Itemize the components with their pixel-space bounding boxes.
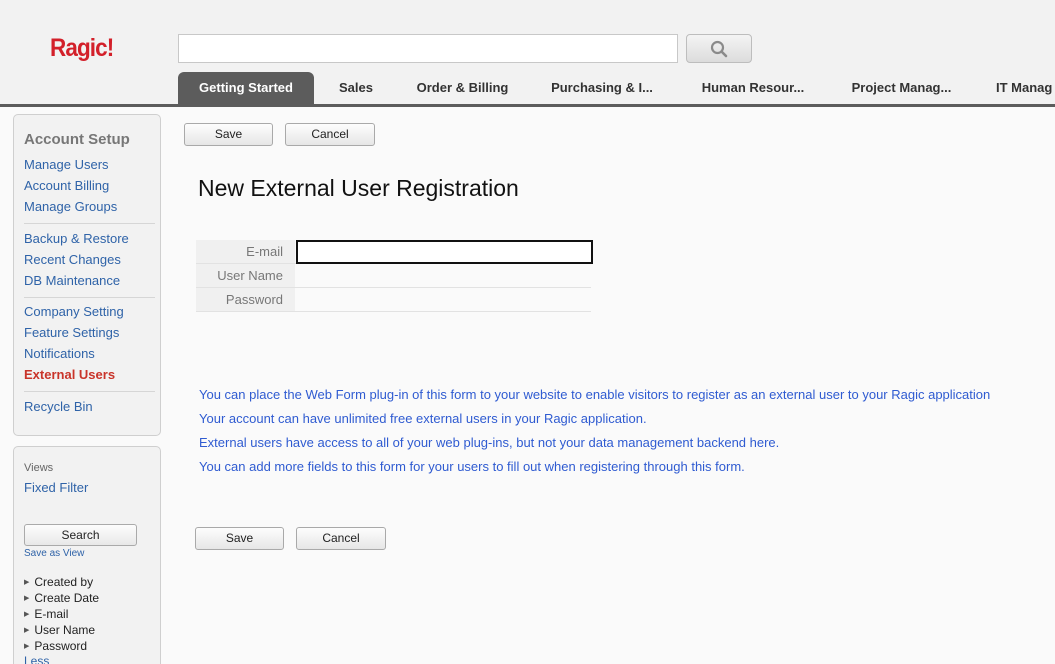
info-line-web-form: You can place the Web Form plug-in of th… [199,387,991,402]
module-tabs: Getting Started Sales Order & Billing Pu… [178,72,1055,104]
top-header: Ragic! Getting Started Sales Order & Bil… [0,0,1055,107]
form-row-email: E-mail [196,240,593,264]
sidebar-item-manage-groups[interactable]: Manage Groups [24,199,117,214]
email-label: E-mail [196,240,295,263]
sidebar-item-company-setting[interactable]: Company Setting [24,304,124,319]
tab-getting-started[interactable]: Getting Started [178,72,314,104]
filter-field-user-name[interactable]: ▶ User Name [24,623,95,637]
filter-field-created-by[interactable]: ▶ Created by [24,575,93,589]
account-setup-title: Account Setup [24,131,130,148]
password-label: Password [196,288,295,311]
tab-project-management[interactable]: Project Manag... [829,72,974,104]
tab-it-management[interactable]: IT Manag [974,72,1055,104]
save-as-view-link[interactable]: Save as View [24,548,84,559]
triangle-right-icon: ▶ [24,627,30,634]
filter-field-create-date[interactable]: ▶ Create Date [24,591,99,605]
search-icon [710,40,728,57]
password-field[interactable] [296,288,591,311]
sidebar-item-feature-settings[interactable]: Feature Settings [24,325,119,340]
sidebar-item-db-maintenance[interactable]: DB Maintenance [24,273,120,288]
cancel-button-bottom[interactable]: Cancel [296,527,386,550]
account-setup-panel: Account Setup Manage Users Account Billi… [13,114,161,436]
views-panel: Views Fixed Filter Search Save as View ▶… [13,446,161,664]
tab-sales[interactable]: Sales [314,72,398,104]
sidebar-item-external-users[interactable]: External Users [24,367,115,382]
user-name-field[interactable] [296,264,591,287]
info-line-more-fields: You can add more fields to this form for… [199,459,745,474]
sidebar-item-notifications[interactable]: Notifications [24,346,95,361]
tab-purchasing[interactable]: Purchasing & I... [527,72,677,104]
save-button-bottom[interactable]: Save [195,527,284,550]
sidebar-item-recent-changes[interactable]: Recent Changes [24,252,121,267]
info-line-unlimited: Your account can have unlimited free ext… [199,411,647,426]
sidebar-divider [24,223,155,224]
global-search-input[interactable] [178,34,678,63]
triangle-right-icon: ▶ [24,579,30,586]
sidebar-item-account-billing[interactable]: Account Billing [24,178,109,193]
save-button-top[interactable]: Save [184,123,273,146]
triangle-right-icon: ▶ [24,595,30,602]
sidebar-divider [24,391,155,392]
cancel-button-top[interactable]: Cancel [285,123,375,146]
search-button[interactable] [686,34,752,63]
form-row-password: Password [196,288,591,312]
tab-human-resources[interactable]: Human Resour... [677,72,829,104]
triangle-right-icon: ▶ [24,611,30,618]
sidebar-item-backup-restore[interactable]: Backup & Restore [24,231,129,246]
email-field[interactable] [296,240,593,264]
views-label: Views [24,462,54,474]
less-link[interactable]: Less [24,654,49,664]
tab-order-billing[interactable]: Order & Billing [398,72,527,104]
ragic-logo[interactable]: Ragic! [50,34,114,63]
info-line-access: External users have access to all of you… [199,435,780,450]
triangle-right-icon: ▶ [24,643,30,650]
view-search-button[interactable]: Search [24,524,137,546]
filter-field-password[interactable]: ▶ Password [24,639,87,653]
sidebar-item-recycle-bin[interactable]: Recycle Bin [24,399,93,414]
sidebar-divider [24,297,155,298]
fixed-filter-link[interactable]: Fixed Filter [24,480,88,495]
page-title: New External User Registration [198,175,519,201]
sidebar-item-manage-users[interactable]: Manage Users [24,157,109,172]
user-name-label: User Name [196,264,295,287]
form-row-user-name: User Name [196,264,591,288]
filter-field-email[interactable]: ▶ E-mail [24,607,68,621]
